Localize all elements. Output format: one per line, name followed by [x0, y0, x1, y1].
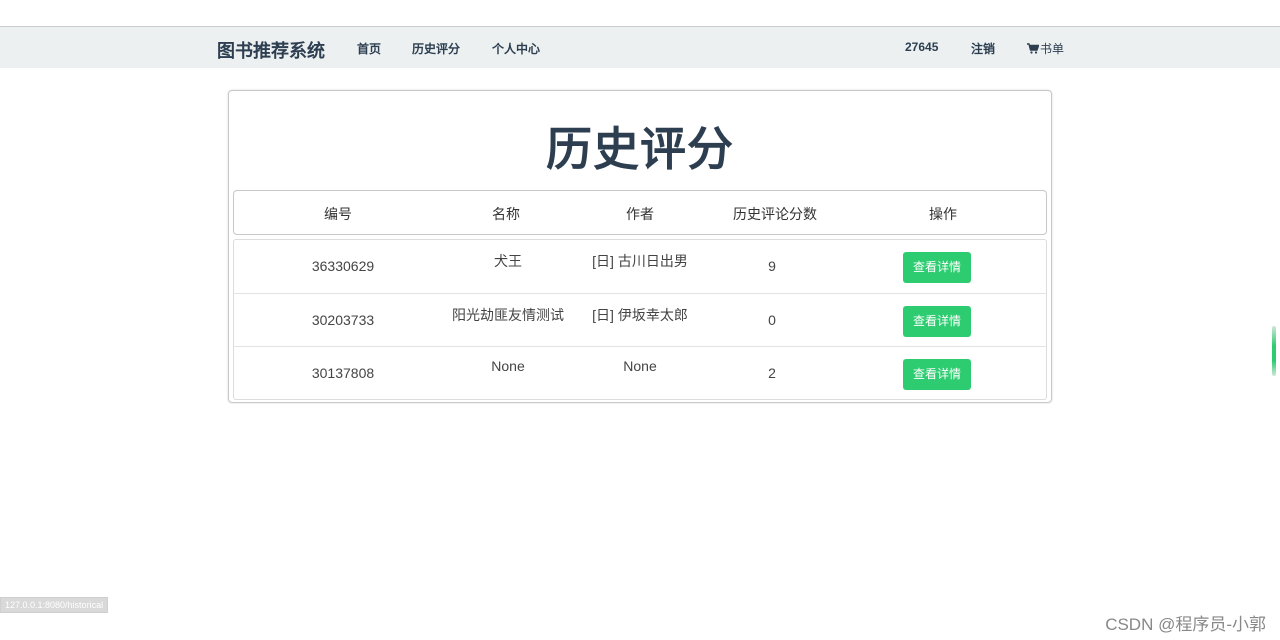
row-author: None [623, 358, 657, 374]
row-id: 36330629 [311, 258, 375, 274]
table-row: 30203733 阳光劫匪友情测试 [日] 伊坂幸太郎 0 查看详情 [234, 293, 1046, 347]
watermark: CSDN @程序员-小郭 [1105, 615, 1266, 634]
nav-logout[interactable]: 注销 [971, 40, 995, 57]
status-bar-url: 127.0.0.1:8080/historical [0, 597, 109, 613]
view-details-button[interactable]: 查看详情 [903, 252, 971, 283]
header-id: 编号 [324, 206, 352, 222]
row-score: 9 [768, 258, 776, 274]
nav-history-ratings[interactable]: 历史评分 [412, 40, 460, 57]
header-author: 作者 [626, 206, 654, 222]
brand-logo[interactable]: 图书推荐系统 [217, 37, 325, 63]
header-score: 历史评论分数 [733, 206, 817, 222]
row-name: 阳光劫匪友情测试 [452, 307, 564, 323]
table-body: 36330629 犬王 [日] 古川日出男 9 查看详情 30203733 阳光… [233, 239, 1047, 400]
table-row: 36330629 犬王 [日] 古川日出男 9 查看详情 [234, 240, 1046, 293]
page-title: 历史评分 [546, 123, 734, 175]
navbar: 图书推荐系统 首页 历史评分 个人中心 27645 注销 书单 [0, 27, 1280, 68]
row-score: 0 [768, 312, 776, 328]
header-action: 操作 [929, 206, 957, 222]
history-panel: 历史评分 编号 名称 作者 历史评论分数 操作 36330629 犬王 [日] … [228, 90, 1052, 403]
row-score: 2 [768, 365, 776, 381]
nav-booklist[interactable]: 书单 [1027, 40, 1064, 57]
view-details-button[interactable]: 查看详情 [903, 359, 971, 390]
nav-profile[interactable]: 个人中心 [492, 40, 540, 57]
table-row: 30137808 None None 2 查看详情 [234, 346, 1046, 400]
view-details-button[interactable]: 查看详情 [903, 306, 971, 337]
scrollbar-thumb[interactable] [1272, 326, 1276, 376]
nav-booklist-label: 书单 [1040, 42, 1065, 56]
table-header: 编号 名称 作者 历史评论分数 操作 [233, 190, 1047, 235]
shopping-cart-icon [1027, 43, 1039, 54]
nav-user-id[interactable]: 27645 [905, 40, 938, 54]
nav-home[interactable]: 首页 [357, 40, 381, 57]
row-author: [日] 伊坂幸太郎 [592, 307, 688, 323]
row-id: 30137808 [311, 365, 375, 381]
header-name: 名称 [492, 206, 520, 222]
row-author: [日] 古川日出男 [592, 253, 688, 269]
row-name: 犬王 [494, 253, 522, 269]
row-id: 30203733 [311, 312, 375, 328]
row-name: None [491, 358, 525, 374]
